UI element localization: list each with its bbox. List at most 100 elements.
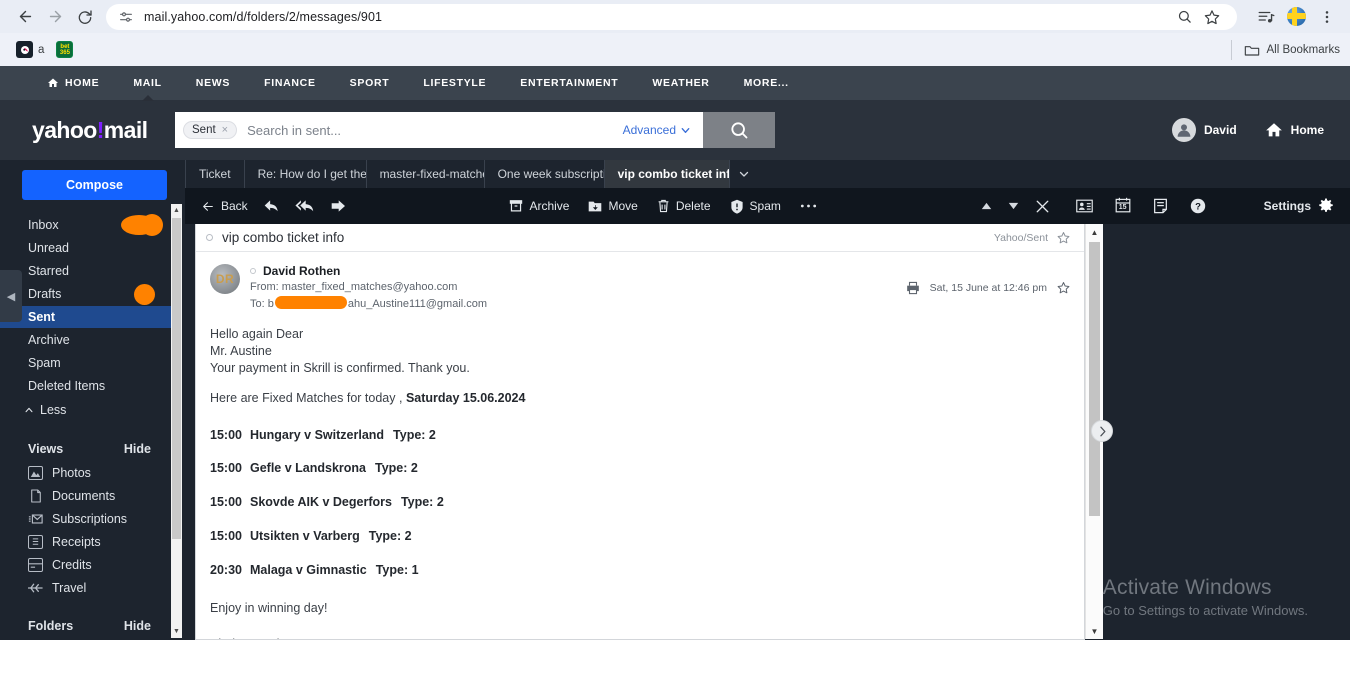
notepad-button[interactable] xyxy=(1153,198,1168,214)
site-settings-icon[interactable] xyxy=(118,9,134,25)
print-icon[interactable] xyxy=(906,281,920,295)
search-submit-button[interactable] xyxy=(703,112,775,148)
message-tab-ticket[interactable]: Ticket xyxy=(185,160,245,188)
sidebar-views-hide-button[interactable]: Hide xyxy=(124,442,151,456)
browser-back-button[interactable] xyxy=(10,2,40,32)
sidebar-item-archive[interactable]: Archive xyxy=(0,329,173,351)
sidebar-item-inbox[interactable]: Inbox xyxy=(0,214,173,236)
reading-pane-wrapper: vip combo ticket info Yahoo/Sent DR Davi… xyxy=(185,224,1350,640)
folder-icon xyxy=(1244,43,1260,57)
sidebar-item-drafts[interactable]: Drafts xyxy=(0,283,173,305)
three-dot-menu-icon[interactable] xyxy=(1314,4,1340,30)
yahoo-nav-label: FINANCE xyxy=(264,77,316,89)
close-message-button[interactable] xyxy=(1035,199,1050,214)
archive-button[interactable]: Archive xyxy=(509,199,569,213)
help-button[interactable]: ? xyxy=(1190,198,1206,214)
settings-button[interactable]: Settings xyxy=(1264,198,1334,214)
star-icon[interactable] xyxy=(1057,231,1070,244)
reply-all-button[interactable] xyxy=(295,199,315,214)
contacts-button[interactable] xyxy=(1075,199,1093,213)
sidebar-item-receipts[interactable]: Receipts xyxy=(0,531,173,553)
reading-pane-scroll-up-icon[interactable]: ▲ xyxy=(1086,224,1103,240)
sidebar-item-subscriptions[interactable]: Subscriptions xyxy=(0,508,173,530)
sidebar-item-deleted-items[interactable]: Deleted Items xyxy=(0,375,173,397)
search-chip-close-icon[interactable]: × xyxy=(222,124,228,136)
message-tab-one-week-subscription[interactable]: One week subscription xyxy=(485,160,605,188)
move-folder-icon xyxy=(588,200,602,213)
message-tabs-overflow-button[interactable] xyxy=(730,160,758,188)
expand-pane-button[interactable] xyxy=(1091,420,1113,442)
sidebar-collapse-button[interactable]: ◀ xyxy=(0,270,22,322)
message-timestamp: Sat, 15 June at 12:46 pm xyxy=(929,281,1047,294)
sidebar-folders-hide-button[interactable]: Hide xyxy=(124,619,151,633)
sidebar-item-photos[interactable]: Photos xyxy=(0,462,173,484)
sidebar-item-spam[interactable]: Spam xyxy=(0,352,173,374)
sidebar-scrollbar[interactable]: ▲ ▼ xyxy=(171,204,182,638)
yahoo-nav-more[interactable]: MORE... xyxy=(727,66,806,100)
yahoo-nav-news[interactable]: NEWS xyxy=(179,66,247,100)
sidebar-item-sent[interactable]: Sent xyxy=(0,306,173,328)
account-menu-button[interactable]: David xyxy=(1171,118,1237,142)
yahoo-nav-weather[interactable]: WEATHER xyxy=(635,66,726,100)
next-message-button[interactable] xyxy=(1008,202,1019,210)
calendar-button[interactable]: 15 xyxy=(1115,197,1131,216)
search-input[interactable] xyxy=(237,122,623,138)
match-fixture: Skovde AIK v Degerfors xyxy=(249,495,392,510)
sidebar-item-credits[interactable]: Credits xyxy=(0,554,173,576)
zoom-search-icon[interactable] xyxy=(1171,4,1197,30)
advanced-search-dropdown[interactable]: Advanced xyxy=(623,123,691,137)
home-link[interactable]: Home xyxy=(1265,121,1324,139)
yahoo-nav-finance[interactable]: FINANCE xyxy=(247,66,333,100)
new-folder-button[interactable]: New folder xyxy=(0,639,173,640)
spam-button[interactable]: Spam xyxy=(730,199,781,214)
search-box[interactable]: Sent × Advanced xyxy=(175,112,703,148)
bookmark-star-icon[interactable] xyxy=(1199,4,1225,30)
profile-avatar-icon[interactable] xyxy=(1287,7,1306,26)
match-fixture: Gefle v Landskrona xyxy=(249,461,366,476)
yahoo-nav-entertainment[interactable]: ENTERTAINMENT xyxy=(503,66,635,100)
address-bar[interactable]: mail.yahoo.com/d/folders/2/messages/901 xyxy=(106,3,1237,30)
chevron-down-icon xyxy=(680,125,691,136)
sidebar-views-header: Views Hide xyxy=(0,436,173,462)
yahoo-mail-logo[interactable]: yahoo!mail xyxy=(18,117,168,144)
delete-button[interactable]: Delete xyxy=(657,199,711,213)
sidebar-scroll-up-icon[interactable]: ▲ xyxy=(171,204,182,217)
sidebar-item-travel[interactable]: Travel xyxy=(0,577,173,599)
browser-forward-button[interactable] xyxy=(40,2,70,32)
star-icon[interactable] xyxy=(1057,281,1070,294)
bookmark-item-bet365[interactable]: bet 365 xyxy=(50,38,79,61)
browser-toolbar: mail.yahoo.com/d/folders/2/messages/901 xyxy=(0,0,1350,33)
more-options-button[interactable] xyxy=(800,203,817,209)
forward-button[interactable] xyxy=(330,199,346,213)
mail-main-area: Ticket Re: How do I get the master-fixed… xyxy=(185,160,1350,640)
sidebar-item-starred[interactable]: Starred xyxy=(0,260,173,282)
browser-reload-button[interactable] xyxy=(70,2,100,32)
previous-message-button[interactable] xyxy=(981,202,992,210)
reading-pane-scroll-down-icon[interactable]: ▼ xyxy=(1086,623,1103,639)
all-bookmarks-button[interactable]: All Bookmarks xyxy=(1230,39,1340,60)
yahoo-nav-sport[interactable]: SPORT xyxy=(333,66,407,100)
chevron-up-icon xyxy=(24,405,34,415)
sidebar-item-unread[interactable]: Unread xyxy=(0,237,173,259)
sidebar-scroll-down-icon[interactable]: ▼ xyxy=(171,625,182,638)
body-greeting-2: Mr. Austine xyxy=(210,343,272,358)
unread-dot-icon[interactable] xyxy=(206,234,213,241)
search-filter-chip-sent[interactable]: Sent × xyxy=(183,121,238,139)
bookmark-item-a[interactable]: a xyxy=(10,38,50,61)
sidebar-scroll-thumb[interactable] xyxy=(172,218,181,540)
message-tab-vip-combo-ticket-info[interactable]: vip combo ticket info xyxy=(604,160,730,188)
reading-list-icon[interactable] xyxy=(1253,4,1279,30)
message-tab-re-how-do-i-get-the[interactable]: Re: How do I get the xyxy=(245,160,367,188)
move-button[interactable]: Move xyxy=(588,199,638,213)
sidebar-item-documents[interactable]: Documents xyxy=(0,485,173,507)
reading-pane-scroll-thumb[interactable] xyxy=(1089,242,1100,516)
yahoo-nav-home[interactable]: HOME xyxy=(30,66,116,100)
yahoo-nav-lifestyle[interactable]: LIFESTYLE xyxy=(406,66,503,100)
match-type: Type: 2 xyxy=(400,495,444,510)
message-tab-master-fixed-matches[interactable]: master-fixed-matches xyxy=(367,160,485,188)
sidebar-less-toggle[interactable]: Less xyxy=(0,398,173,422)
reply-button[interactable] xyxy=(263,199,280,214)
compose-button[interactable]: Compose xyxy=(22,170,167,200)
back-button[interactable]: Back xyxy=(201,199,248,213)
yahoo-nav-mail[interactable]: MAIL xyxy=(116,66,178,100)
